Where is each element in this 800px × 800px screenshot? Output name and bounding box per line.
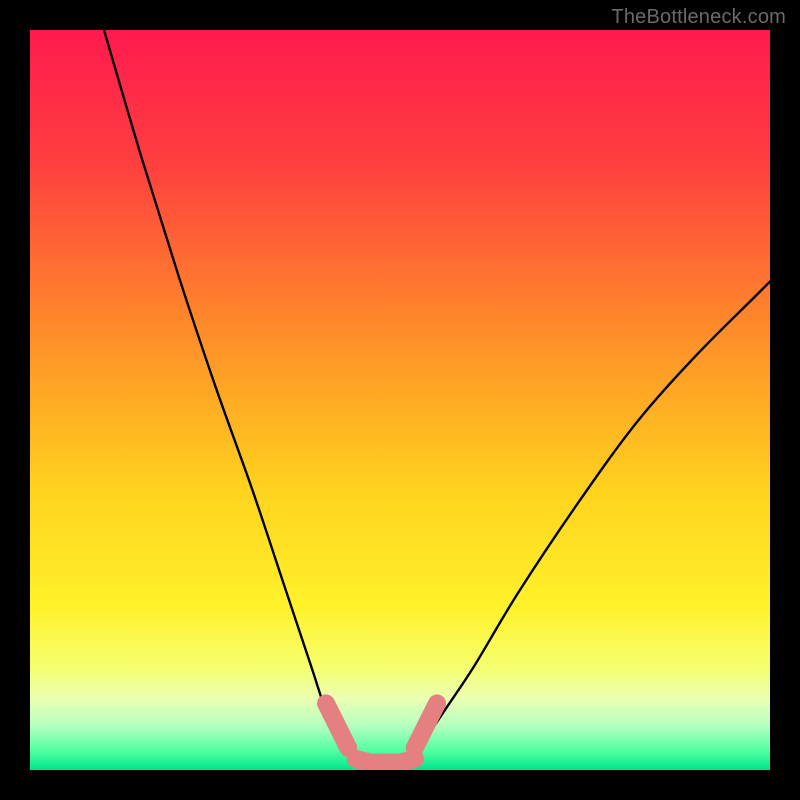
plot-area <box>30 30 770 770</box>
chart-frame: TheBottleneck.com <box>0 0 800 800</box>
background-gradient <box>30 30 770 770</box>
watermark-text: TheBottleneck.com <box>611 6 786 29</box>
